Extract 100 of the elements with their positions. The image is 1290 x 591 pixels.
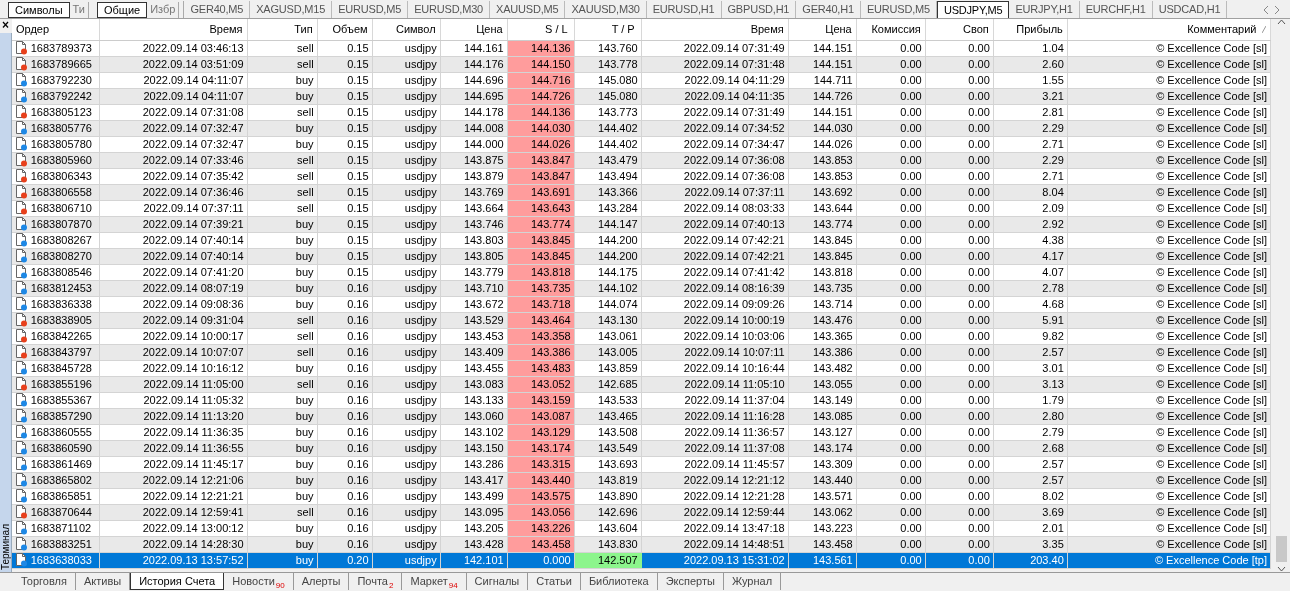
column-header[interactable]: Тип [247, 19, 318, 40]
column-header[interactable]: Цена [788, 19, 857, 40]
table-cell: usdjpy [372, 360, 441, 376]
table-cell: 2022.09.14 07:41:42 [641, 264, 789, 280]
bottom-tab[interactable]: Торговля [13, 573, 76, 590]
column-header[interactable]: Прибыль [993, 19, 1068, 40]
table-cell: 0.15 [317, 104, 373, 120]
scroll-left-icon[interactable] [1262, 5, 1269, 14]
table-cell: 0.00 [925, 424, 994, 440]
scroll-up-icon[interactable] [1277, 19, 1286, 25]
table-cell: 143.693 [574, 456, 642, 472]
chart-tab[interactable]: XAUUSD,M30 [565, 1, 647, 18]
table-cell: 0.15 [317, 264, 373, 280]
table-cell: 4.38 [993, 232, 1068, 248]
table-cell: 2022.09.14 11:36:35 [99, 424, 248, 440]
panel-tab[interactable]: Ти [69, 2, 89, 18]
table-cell: 144.151 [788, 40, 857, 56]
order-number: 1683865802 [30, 472, 92, 487]
order-number: 1683808267 [30, 232, 92, 247]
table-cell: © Excellence Code [sl] [1067, 168, 1271, 184]
table-cell: 143.284 [574, 200, 642, 216]
chart-tab[interactable]: EURUSD,M5 [332, 1, 409, 18]
close-button[interactable]: × [0, 19, 12, 33]
table-cell: 2.71 [993, 168, 1068, 184]
chart-tab[interactable]: EURUSD,M30 [408, 1, 491, 18]
chart-tab[interactable]: EURUSD,M5 [860, 1, 937, 18]
table-cell: © Excellence Code [sl] [1067, 488, 1271, 504]
order-number: 1683805960 [30, 152, 92, 167]
table-cell: 2022.09.14 12:21:28 [641, 488, 789, 504]
column-header[interactable]: Комментарий [1187, 21, 1257, 38]
chart-tab[interactable]: EURCHF,H1 [1079, 1, 1153, 18]
column-header[interactable]: S / L [507, 19, 575, 40]
table-cell: 0.16 [317, 296, 373, 312]
chart-tab[interactable]: USDCAD,H1 [1152, 1, 1228, 18]
bottom-tab[interactable]: Статьи [528, 573, 581, 590]
column-header[interactable]: Символ [372, 19, 441, 40]
table-cell: 143.664 [440, 200, 508, 216]
table-cell: sell [247, 104, 318, 120]
column-header[interactable]: T / P [574, 19, 642, 40]
table-cell: 143.205 [440, 520, 508, 536]
chart-tab[interactable]: GER40,H1 [796, 1, 861, 18]
chart-tab[interactable]: USDJPY,M5 [936, 1, 1010, 18]
sort-icon[interactable] [1262, 25, 1266, 33]
table-cell: © Excellence Code [sl] [1067, 40, 1271, 56]
table-cell: 0.16 [317, 392, 373, 408]
bottom-tab[interactable]: Журнал [723, 573, 782, 590]
table-cell: 143.102 [440, 424, 508, 440]
table-cell: usdjpy [372, 232, 441, 248]
bottom-tab[interactable]: Почта$_{2}$ [349, 573, 403, 590]
table-cell: 144.074 [574, 296, 642, 312]
column-header[interactable]: Своп [925, 19, 994, 40]
chart-tab[interactable]: GBPUSD,H1 [721, 1, 797, 18]
table-cell: 0.00 [856, 232, 926, 248]
scroll-right-icon[interactable] [1274, 5, 1280, 14]
table-cell: 0.00 [856, 360, 926, 376]
table-cell: 144.161 [440, 40, 508, 56]
chart-tab[interactable]: EURUSD,H1 [646, 1, 722, 18]
panel-button[interactable]: Общие [96, 2, 148, 18]
column-header[interactable]: Ордер [12, 19, 100, 40]
scrollbar-thumb[interactable] [1276, 536, 1287, 562]
order-number: 1683808270 [30, 248, 92, 263]
table-cell: 2022.09.14 07:31:49 [641, 104, 789, 120]
column-header[interactable]: Комиссия [856, 19, 926, 40]
order-number: 1683812453 [30, 280, 92, 295]
bottom-tab[interactable]: Новости$_{90}$ [224, 573, 294, 590]
table-cell: usdjpy [372, 488, 441, 504]
table-cell: 2.71 [993, 136, 1068, 152]
bottom-tab[interactable]: Алерты [293, 573, 350, 590]
column-header[interactable]: Цена [440, 19, 508, 40]
column-header[interactable]: Время [641, 19, 789, 40]
table-cell: sell [247, 168, 318, 184]
table-cell: © Excellence Code [sl] [1067, 328, 1271, 344]
bottom-tab[interactable]: История Счета [130, 573, 225, 590]
bottom-tab[interactable]: Эксперты [657, 573, 724, 590]
table-cell: 0.00 [856, 424, 926, 440]
table-cell: buy [247, 264, 318, 280]
bottom-tab[interactable]: Сигналы [466, 573, 529, 590]
table-cell: 0.00 [925, 168, 994, 184]
table-cell: 0.00 [925, 72, 994, 88]
column-header[interactable]: Объем [317, 19, 373, 40]
table-cell: usdjpy [372, 424, 441, 440]
table-cell: 145.080 [574, 72, 642, 88]
table-cell: 1.55 [993, 72, 1068, 88]
chart-tab[interactable]: XAUUSD,M5 [490, 1, 566, 18]
panel-tab[interactable]: Избр [147, 2, 180, 18]
column-header[interactable]: Время [99, 19, 248, 40]
table-cell: usdjpy [372, 456, 441, 472]
table-cell: buy [247, 488, 318, 504]
bottom-tab[interactable]: Маркет$_{94}$ [402, 573, 467, 590]
bottom-tab[interactable]: Библиотека [580, 573, 658, 590]
scroll-down-icon[interactable] [1277, 566, 1286, 572]
order-number: 1683805776 [30, 120, 92, 135]
chart-tab[interactable]: XAGUSD,M15 [250, 1, 333, 18]
chart-tab[interactable]: GER40,M5 [184, 1, 251, 18]
table-cell: 144.175 [574, 264, 642, 280]
panel-button[interactable]: Символы [8, 2, 70, 18]
table-cell: 0.00 [856, 168, 926, 184]
table-cell: 2022.09.14 07:32:47 [99, 136, 248, 152]
order-number: 1683883251 [30, 536, 92, 551]
chart-tab[interactable]: EURJPY,H1 [1009, 1, 1080, 18]
